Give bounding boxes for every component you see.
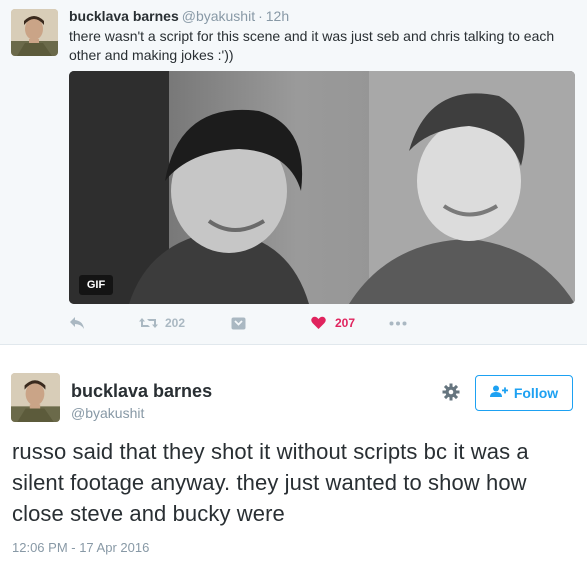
more-dots-icon	[389, 321, 407, 326]
author-name[interactable]: bucklava barnes	[71, 380, 212, 402]
tweet-timestamp[interactable]: 12:06 PM - 17 Apr 2016	[12, 540, 149, 555]
tweet-time[interactable]: 12h	[266, 8, 289, 24]
retweet-button[interactable]: 202	[139, 312, 185, 334]
tweet-text: there wasn't a script for this scene and…	[69, 28, 555, 63]
gif-badge: GIF	[79, 275, 113, 295]
author-name[interactable]: bucklava barnes	[69, 8, 179, 24]
gif-media[interactable]: GIF	[69, 71, 575, 304]
gear-icon	[442, 383, 460, 406]
reply-button[interactable]	[69, 312, 85, 334]
save-button[interactable]	[231, 312, 246, 334]
gif-image	[69, 71, 575, 304]
heart-icon	[311, 316, 326, 330]
author-handle[interactable]: @byakushit	[71, 403, 212, 423]
follow-label: Follow	[513, 385, 559, 401]
avatar[interactable]	[11, 373, 60, 422]
like-button[interactable]: 207	[311, 312, 355, 334]
tweet-text: russo said that they shot it without scr…	[12, 439, 529, 526]
bookmark-icon	[231, 317, 246, 330]
retweet-icon	[139, 317, 158, 329]
settings-button[interactable]	[439, 382, 463, 406]
avatar[interactable]	[11, 9, 58, 56]
reply-tweet-header: bucklava barnes @byakushit · 12h	[69, 8, 289, 24]
follow-user-icon	[489, 385, 514, 401]
more-button[interactable]	[389, 312, 407, 334]
separator-dot: ·	[258, 8, 263, 24]
reply-tweet: bucklava barnes @byakushit · 12h there wasn…	[0, 0, 587, 345]
author-handle[interactable]: @byakushit	[182, 8, 255, 24]
reply-icon	[69, 316, 85, 330]
retweet-count: 202	[165, 316, 186, 330]
like-count: 207	[335, 316, 356, 330]
follow-button[interactable]: Follow	[475, 375, 573, 411]
tweet-actions: 202 207	[69, 312, 569, 334]
main-tweet-header: bucklava barnes @byakushit	[71, 380, 212, 423]
